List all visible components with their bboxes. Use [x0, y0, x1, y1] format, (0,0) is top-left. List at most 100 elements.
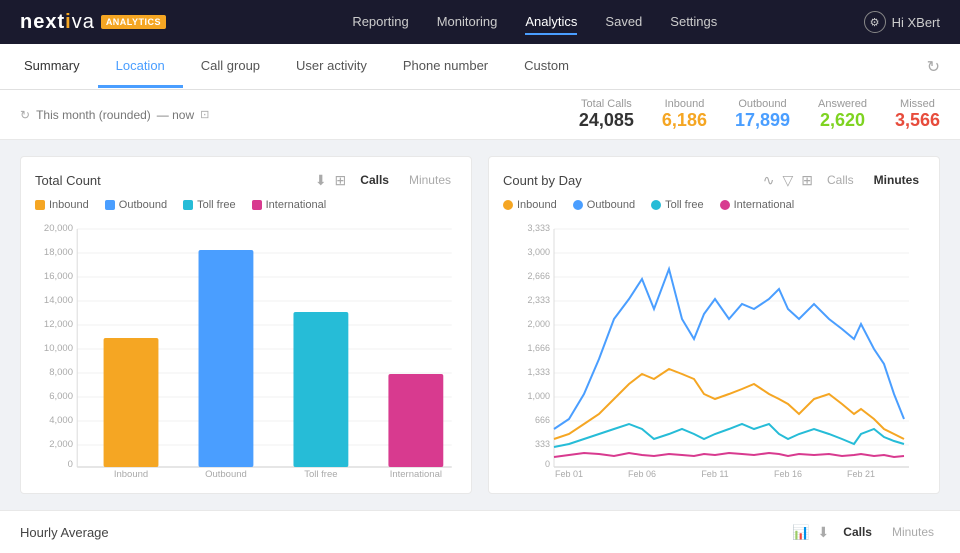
svg-text:International: International: [390, 469, 442, 479]
legend-dot-inbound: [35, 200, 45, 210]
svg-text:0: 0: [545, 459, 550, 469]
svg-text:Feb 11: Feb 11: [701, 469, 728, 479]
svg-text:666: 666: [535, 415, 550, 425]
chart-icon[interactable]: ⬇: [315, 172, 327, 189]
nav-monitoring[interactable]: Monitoring: [437, 10, 498, 35]
svg-text:0: 0: [68, 459, 73, 469]
cbd-dot-outbound: [573, 200, 583, 210]
inbound-label: Inbound: [662, 98, 707, 110]
bar-inbound: [104, 338, 159, 467]
nav-reporting[interactable]: Reporting: [352, 10, 408, 35]
count-by-day-header: Count by Day ∿ ▽ ⊞ Calls Minutes: [503, 171, 925, 189]
cbd-dot-toll-free: [651, 200, 661, 210]
nav-analytics[interactable]: Analytics: [525, 10, 577, 35]
total-calls-stat: Total Calls 24,085: [579, 98, 634, 131]
count-by-day-card: Count by Day ∿ ▽ ⊞ Calls Minutes Inbound…: [488, 156, 940, 494]
svg-text:2,000: 2,000: [49, 439, 73, 449]
bottom-controls: 📊 ⬇ Calls Minutes: [792, 523, 940, 541]
tab-custom[interactable]: Custom: [506, 46, 587, 88]
missed-label: Missed: [895, 98, 940, 110]
svg-text:333: 333: [535, 439, 550, 449]
count-by-day-controls: ∿ ▽ ⊞ Calls Minutes: [763, 171, 925, 189]
tab-location[interactable]: Location: [98, 46, 183, 88]
nav-links: Reporting Monitoring Analytics Saved Set…: [206, 10, 864, 35]
svg-text:2,333: 2,333: [527, 295, 550, 305]
tab-call-group[interactable]: Call group: [183, 46, 278, 88]
svg-text:10,000: 10,000: [44, 343, 73, 353]
brand: nextiva ANALYTICS: [20, 11, 166, 34]
refresh-icon[interactable]: ↻: [927, 57, 940, 77]
minutes-toggle[interactable]: Minutes: [403, 171, 457, 189]
legend-dot-outbound: [105, 200, 115, 210]
clock-icon: ↻: [20, 108, 30, 122]
line-toll-free: [554, 424, 904, 447]
cbd-label-inbound: Inbound: [517, 199, 557, 211]
filter-info-icon[interactable]: ⊡: [200, 108, 209, 121]
bar-toll-free: [293, 312, 348, 467]
total-calls-label: Total Calls: [579, 98, 634, 110]
total-count-card: Total Count ⬇ ⊞ Calls Minutes Inbound Ou…: [20, 156, 472, 494]
legend-dot-toll-free: [183, 200, 193, 210]
svg-text:Outbound: Outbound: [205, 469, 247, 479]
svg-text:Feb 16: Feb 16: [774, 469, 802, 479]
cbd-legend-international: International: [720, 199, 795, 211]
line-chart-svg: 3,333 3,000 2,666 2,333 2,000 1,666 1,33…: [503, 219, 925, 479]
nav-saved[interactable]: Saved: [605, 10, 642, 35]
total-calls-value: 24,085: [579, 110, 634, 131]
tab-phone-number[interactable]: Phone number: [385, 46, 506, 88]
svg-text:1,666: 1,666: [527, 343, 550, 353]
nav-settings[interactable]: Settings: [670, 10, 717, 35]
bottom-bar: Hourly Average 📊 ⬇ Calls Minutes: [0, 510, 960, 553]
cbd-label-international: International: [734, 199, 795, 211]
cbd-legend-outbound: Outbound: [573, 199, 635, 211]
bar-chart-area: 20,000 18,000 16,000 14,000 12,000 10,00…: [35, 219, 457, 479]
svg-text:12,000: 12,000: [44, 319, 73, 329]
chart-icon-2[interactable]: 📊: [792, 524, 809, 541]
svg-text:3,333: 3,333: [527, 223, 550, 233]
minutes-toggle-3[interactable]: Minutes: [886, 523, 940, 541]
count-by-day-legend: Inbound Outbound Toll free International: [503, 199, 925, 211]
svg-text:Toll free: Toll free: [304, 469, 337, 479]
inbound-stat: Inbound 6,186: [662, 98, 707, 131]
user-greeting: Hi XBert: [892, 15, 940, 30]
svg-text:6,000: 6,000: [49, 391, 73, 401]
table-icon[interactable]: ⊞: [335, 172, 347, 189]
total-count-header: Total Count ⬇ ⊞ Calls Minutes: [35, 171, 457, 189]
legend-outbound: Outbound: [105, 199, 167, 211]
calls-toggle[interactable]: Calls: [354, 171, 395, 189]
calls-toggle-3[interactable]: Calls: [837, 523, 878, 541]
download-icon[interactable]: ⬇: [818, 524, 830, 541]
table-icon-2[interactable]: ⊞: [801, 172, 813, 189]
total-count-title: Total Count: [35, 173, 315, 188]
legend-label-outbound: Outbound: [119, 199, 167, 211]
legend-label-toll-free: Toll free: [197, 199, 236, 211]
svg-text:Feb 21: Feb 21: [847, 469, 875, 479]
minutes-toggle-2[interactable]: Minutes: [868, 171, 925, 189]
legend-label-international: International: [266, 199, 327, 211]
svg-text:1,333: 1,333: [527, 367, 550, 377]
tab-summary[interactable]: Summary: [20, 46, 98, 88]
tab-user-activity[interactable]: User activity: [278, 46, 385, 88]
count-by-day-title: Count by Day: [503, 173, 763, 188]
analytics-badge: ANALYTICS: [101, 15, 166, 29]
cbd-label-toll-free: Toll free: [665, 199, 704, 211]
svg-text:18,000: 18,000: [44, 247, 73, 257]
stats-filter: ↻ This month (rounded) — now ⊡: [20, 108, 209, 122]
cbd-legend-inbound: Inbound: [503, 199, 557, 211]
svg-text:1,000: 1,000: [527, 391, 550, 401]
svg-text:Inbound: Inbound: [114, 469, 148, 479]
calls-toggle-2[interactable]: Calls: [821, 171, 860, 189]
outbound-value: 17,899: [735, 110, 790, 131]
answered-stat: Answered 2,620: [818, 98, 867, 131]
answered-label: Answered: [818, 98, 867, 110]
total-count-legend: Inbound Outbound Toll free International: [35, 199, 457, 211]
filter-icon[interactable]: ▽: [782, 172, 793, 189]
line-chart-icon[interactable]: ∿: [763, 172, 775, 189]
svg-text:2,000: 2,000: [527, 319, 550, 329]
hourly-avg-title: Hourly Average: [20, 525, 792, 540]
missed-stat: Missed 3,566: [895, 98, 940, 131]
stats-bar: ↻ This month (rounded) — now ⊡ Total Cal…: [0, 90, 960, 140]
inbound-value: 6,186: [662, 110, 707, 131]
user-avatar: ⚙: [864, 11, 886, 33]
missed-value: 3,566: [895, 110, 940, 131]
